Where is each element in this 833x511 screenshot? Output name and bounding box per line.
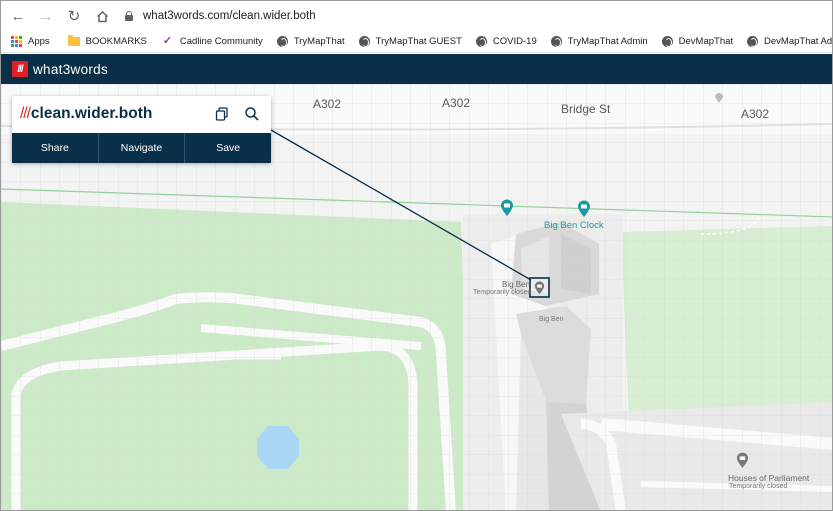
- bookmark-cadline[interactable]: ✓ Cadline Community: [162, 35, 263, 48]
- globe-icon: [661, 36, 673, 47]
- site-logo-text[interactable]: what3words: [33, 62, 108, 77]
- folder-icon: [67, 35, 80, 46]
- reload-icon[interactable]: ↻: [63, 5, 85, 27]
- poi-status-houses-of-parliament: Temporarily closed: [729, 483, 788, 490]
- globe-icon: [550, 36, 562, 47]
- bookmark-apps[interactable]: Apps: [11, 36, 50, 47]
- bookmark-covid[interactable]: COVID-19: [475, 36, 537, 47]
- globe-icon: [276, 36, 288, 47]
- browser-toolbar: ← → ↻ what3words.com/clean.wider.both: [1, 1, 832, 31]
- poi-label-big-ben[interactable]: Big Ben: [502, 280, 530, 289]
- cadline-icon: ✓: [162, 35, 173, 47]
- url-text: what3words.com/clean.wider.both: [143, 10, 316, 22]
- globe-icon: [358, 36, 370, 47]
- poi-status-big-ben: Temporarily closed: [473, 289, 532, 296]
- w3w-address-card: ///clean.wider.both Share Navigate Save: [12, 96, 271, 163]
- save-button[interactable]: Save: [185, 133, 271, 163]
- url-bar[interactable]: what3words.com/clean.wider.both: [123, 5, 316, 27]
- lock-icon: [123, 10, 135, 22]
- home-icon[interactable]: [91, 5, 113, 27]
- apps-grid-icon: [11, 36, 22, 47]
- w3w-slashes: ///: [20, 105, 31, 122]
- bookmark-devmapthat-admin[interactable]: DevMapThat Admin: [747, 36, 832, 47]
- poi-label-big-ben-clock[interactable]: Big Ben Clock: [544, 220, 604, 231]
- w3w-address-text: clean.wider.both: [30, 105, 153, 122]
- back-arrow-icon[interactable]: ←: [7, 5, 29, 27]
- share-button[interactable]: Share: [12, 133, 99, 163]
- poi-label-big-ben-small: Big Ben: [539, 316, 564, 323]
- w3w-logo-icon[interactable]: ///: [12, 61, 28, 77]
- globe-icon: [475, 36, 487, 47]
- road-label-a302: A302: [442, 96, 471, 110]
- copy-icon[interactable]: [214, 106, 230, 122]
- globe-icon: [747, 36, 759, 47]
- bookmark-trymapthat-admin[interactable]: TryMapThat Admin: [550, 36, 648, 47]
- bookmark-trymapthat-guest[interactable]: TryMapThat GUEST: [358, 36, 462, 47]
- road-label-bridge-st: Bridge St: [561, 102, 611, 116]
- bookmark-devmapthat[interactable]: DevMapThat: [661, 36, 733, 47]
- screenshot-frame: ← → ↻ what3words.com/clean.wider.both Ap…: [0, 0, 833, 511]
- road-label-a302: A302: [741, 107, 770, 121]
- navigate-button[interactable]: Navigate: [99, 133, 186, 163]
- site-header: /// what3words: [1, 54, 832, 84]
- w3w-action-bar: Share Navigate Save: [12, 133, 271, 163]
- bookmarks-bar: Apps BOOKMARKS ✓ Cadline Community TryMa…: [1, 31, 832, 53]
- poi-label-houses-of-parliament[interactable]: Houses of Parliament: [728, 473, 809, 483]
- bookmark-folder[interactable]: BOOKMARKS: [67, 35, 147, 47]
- bookmark-trymapthat[interactable]: TryMapThat: [276, 36, 345, 47]
- road-label-a302: A302: [313, 97, 342, 111]
- forward-arrow-icon[interactable]: →: [35, 5, 57, 27]
- w3w-address[interactable]: ///clean.wider.both: [20, 105, 152, 123]
- search-icon[interactable]: [244, 106, 260, 122]
